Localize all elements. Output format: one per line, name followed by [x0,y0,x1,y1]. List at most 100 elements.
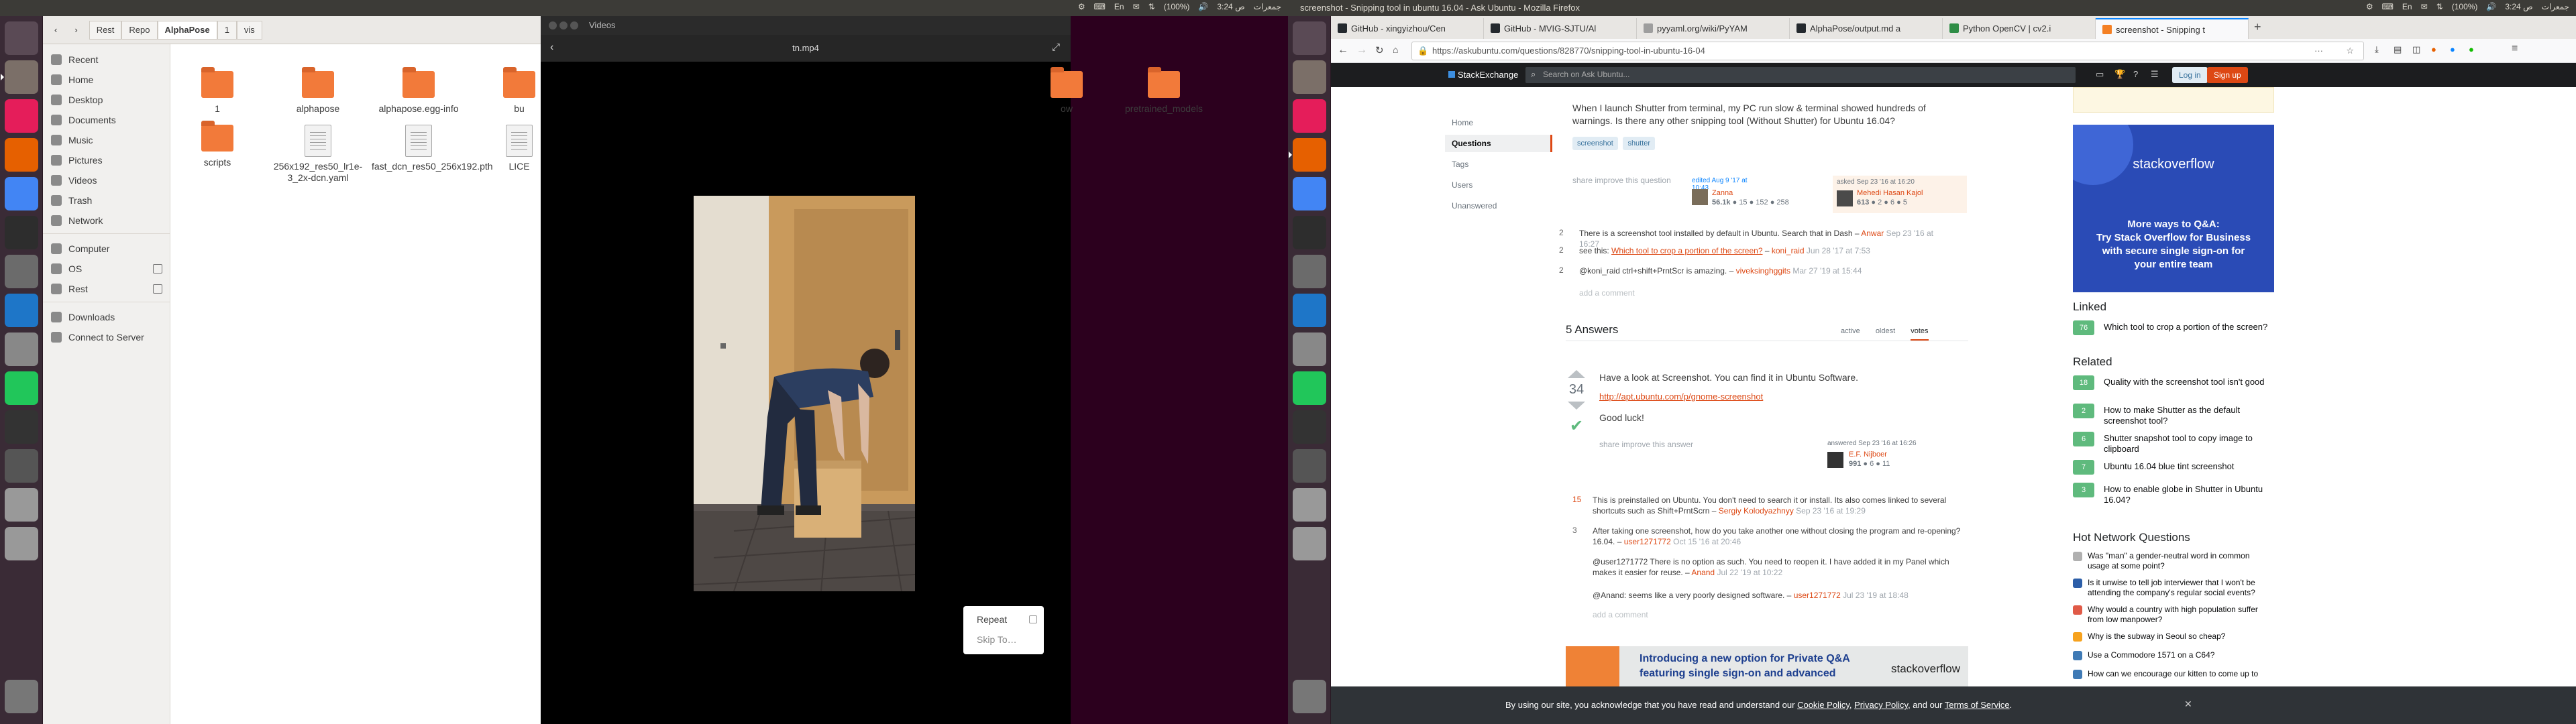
bookmark-star-icon[interactable]: ☆ [2346,42,2354,60]
browser-tab[interactable]: GitHub - MVIG-SJTU/Al [1484,18,1637,39]
file-item[interactable]: scripts [170,121,264,168]
tray-item[interactable]: ⌨ [1094,2,1106,11]
crumb-1[interactable]: 1 [217,20,237,40]
file-item[interactable]: 256x192_res50_lr1e-3_2x-dcn.yaml [271,125,365,184]
sidebar-icon[interactable]: ◫ [2412,44,2420,55]
window-maximize-icon[interactable] [570,21,578,29]
trash-icon[interactable] [5,680,38,713]
drive-icon[interactable] [5,527,38,560]
file-item[interactable]: alphapose.egg-info [372,67,466,115]
privacy-policy-link[interactable]: Privacy Policy [1854,700,1908,710]
browser-tab[interactable]: AlphaPose/output.md a [1790,18,1943,39]
sidebar-item-trash[interactable]: Trash [43,190,170,210]
sidebar-item-rest[interactable]: Rest [43,279,170,299]
downloads-icon[interactable]: ⤓ [2375,44,2379,55]
url-bar[interactable]: 🔒 https://askubuntu.com/questions/828770… [1411,42,2364,60]
hot-question-link[interactable]: Use a Commodore 1571 on a C64? [2088,650,2271,660]
asker-name[interactable]: Mehedi Hasan Kajol [1857,189,1923,197]
crumb-alphapose[interactable]: AlphaPose [157,20,217,40]
file-item[interactable]: alphapose [271,67,365,115]
pycharm-icon[interactable] [1293,371,1326,405]
private-qa-banner[interactable]: Introducing a new option for Private Q&A… [1566,646,1968,686]
se-search-input[interactable]: ⌕ Search on Ask Ubuntu... [1525,67,2076,83]
clapper-icon[interactable] [1293,449,1326,483]
dash-icon[interactable] [1293,21,1326,55]
nav-unanswered[interactable]: Unanswered [1445,197,1552,215]
files-icon[interactable] [1,60,38,94]
add-comment-link[interactable]: add a comment [1593,610,1648,619]
new-tab-icon[interactable]: + [2254,20,2261,34]
window-close-icon[interactable] [549,21,557,29]
help-icon[interactable]: ? [2133,69,2138,79]
nav-questions[interactable]: Questions [1445,135,1552,152]
sidebar-item-os[interactable]: OS [43,259,170,279]
nav-users[interactable]: Users [1445,176,1552,194]
sidebar-item-connect-to-server[interactable]: Connect to Server [43,327,170,347]
browser-tab[interactable]: Python OpenCV | cv2.i [1943,18,2096,39]
repeat-checkbox[interactable] [1029,615,1037,623]
comment-user[interactable]: koni_raid [1772,246,1805,255]
back-icon[interactable]: ← [1338,44,1348,56]
terminal-icon[interactable] [1293,216,1326,249]
settings-icon[interactable] [5,333,38,366]
comment-user[interactable]: user1271772 [1794,591,1841,600]
trash-icon[interactable] [1293,680,1326,713]
cookie-policy-link[interactable]: Cookie Policy [1797,700,1849,710]
tray-item[interactable]: ⚙ [1078,2,1085,11]
tray-item[interactable]: En [1114,2,1124,11]
files-icon[interactable] [1293,60,1326,94]
library-icon[interactable]: ▤ [2394,44,2402,55]
chrome-icon[interactable] [1293,177,1326,210]
slack-icon[interactable] [1293,99,1326,133]
upvote-icon[interactable] [1568,370,1585,378]
firefox-icon[interactable] [5,138,38,172]
window-minimize-icon[interactable] [559,21,568,29]
browser-tab[interactable]: screenshot - Snipping t [2096,18,2249,39]
text-editor-icon[interactable] [5,255,38,288]
drive-icon[interactable] [5,488,38,522]
hot-question-link[interactable]: Why is the subway in Seoul so cheap? [2088,631,2271,642]
downvote-icon[interactable] [1568,402,1585,410]
avatar[interactable] [1827,452,1843,468]
slack-icon[interactable] [5,99,38,133]
reload-icon[interactable]: ↻ [1375,44,1384,56]
chrome-icon[interactable] [5,177,38,210]
fullscreen-icon[interactable]: ⤢ [1052,42,1060,53]
tray-item[interactable]: جمعرات [1254,2,1281,11]
editor-name[interactable]: Zanna [1712,189,1733,197]
clapper-icon[interactable] [5,449,38,483]
nav-home[interactable]: Home [1445,114,1552,131]
sidebar-item-music[interactable]: Music [43,130,170,150]
sidebar-item-videos[interactable]: Videos [43,170,170,190]
related-question-link[interactable]: How to make Shutter as the default scree… [2104,405,2274,426]
site-switcher-icon[interactable]: ☰ [2151,69,2159,80]
video-frame[interactable] [694,196,915,591]
vscode-icon[interactable] [5,294,38,327]
tray-item[interactable]: ✉ [1133,2,1140,11]
signup-button[interactable]: Sign up [2207,67,2248,83]
eject-icon[interactable] [153,284,162,294]
forward-icon[interactable]: → [1356,44,1367,56]
stackoverflow-ad[interactable]: stackoverflow More ways to Q&A: Try Stac… [2073,125,2274,292]
system-tray-left[interactable]: ⚙ ⌨ En ✉ ⇅ (100%) 🔊 3:24 ص جمعرات [1078,2,1281,11]
sort-votes[interactable]: votes [1911,327,1929,341]
dash-icon[interactable] [5,21,38,55]
sidebar-item-computer[interactable]: Computer [43,239,170,259]
file-item[interactable]: pretrained_models [1117,67,1211,115]
related-question-link[interactable]: Ubuntu 16.04 blue tint screenshot [2104,461,2274,472]
sidebar-item-home[interactable]: Home [43,70,170,90]
file-item[interactable]: fast_dcn_res50_256x192.pth [372,125,493,172]
videos-icon[interactable] [1293,410,1326,444]
hot-question-link[interactable]: Why would a country with high population… [2088,605,2271,625]
sidebar-item-desktop[interactable]: Desktop [43,90,170,110]
sidebar-item-pictures[interactable]: Pictures [43,150,170,170]
achievements-icon[interactable]: 🏆 [2114,69,2125,80]
sidebar-item-downloads[interactable]: Downloads [43,307,170,327]
file-item[interactable]: ow [1020,67,1114,115]
firefox-icon[interactable] [1289,138,1326,172]
extension-icon[interactable]: ● [2469,44,2474,54]
related-question-link[interactable]: Quality with the screenshot tool isn't g… [2104,377,2274,387]
menu-icon[interactable]: ≡ [2512,43,2518,55]
hot-question-link[interactable]: How can we encourage our kitten to come … [2088,669,2271,679]
videos-icon[interactable] [5,410,38,444]
